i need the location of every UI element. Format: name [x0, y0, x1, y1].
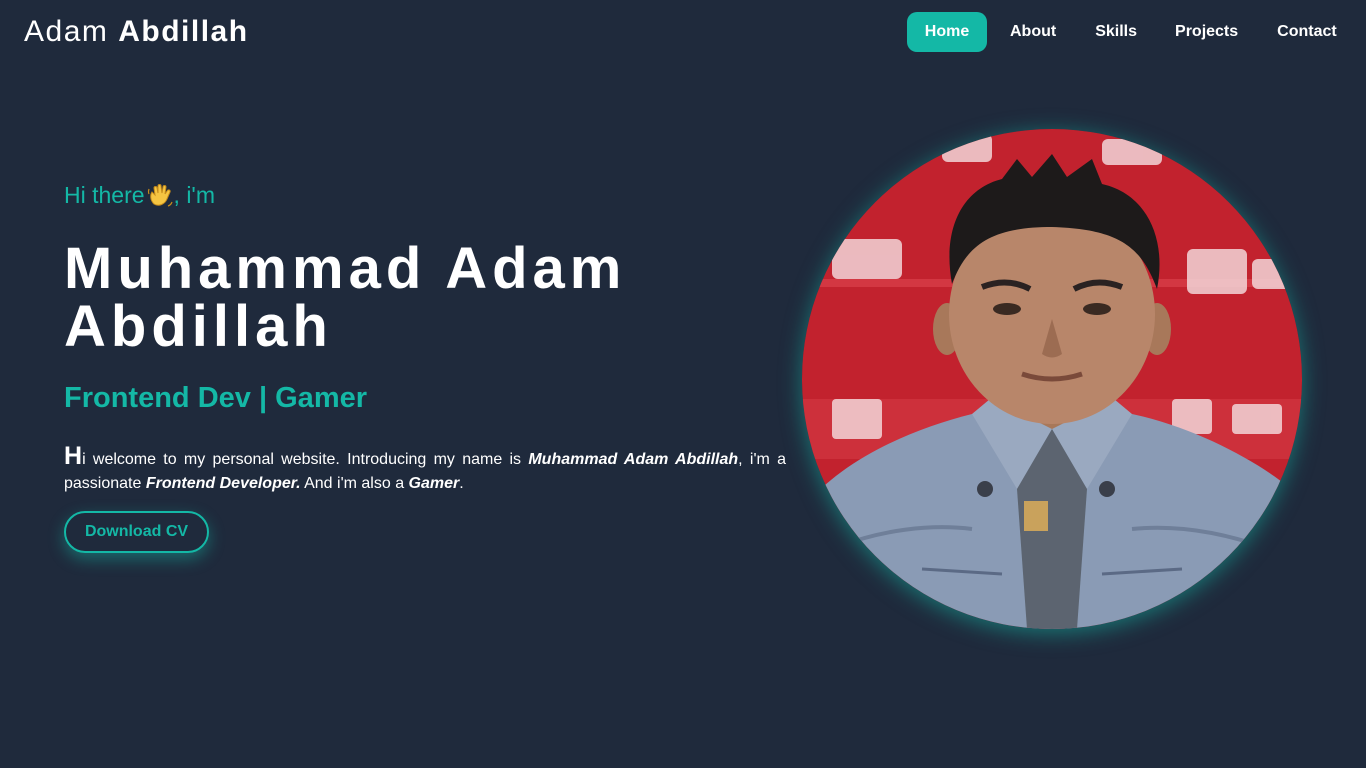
profile-photo: [802, 129, 1302, 629]
download-cv-button[interactable]: Download CV: [64, 511, 209, 553]
hero-greeting: Hi there , i'm: [64, 182, 215, 209]
hero-role: Frontend Dev | Gamer: [64, 382, 368, 414]
nav-skills[interactable]: Skills: [1095, 12, 1137, 52]
site-logo[interactable]: Adam Abdillah: [24, 15, 249, 49]
intro-bold-role: Frontend Developer.: [145, 475, 301, 492]
intro-text-3: And i'm also a: [300, 475, 409, 492]
intro-bold-hobby: Gamer: [408, 475, 460, 492]
nav-home[interactable]: Home: [907, 12, 987, 52]
intro-text-4: .: [459, 475, 464, 492]
nav-contact[interactable]: Contact: [1277, 12, 1337, 52]
hero-intro: Hi welcome to my personal website. Intro…: [64, 444, 786, 496]
site-header: Adam Abdillah Home About Skills Projects…: [0, 0, 1366, 66]
intro-text-1: i welcome to my personal website. Introd…: [82, 451, 529, 468]
intro-drop-letter: H: [64, 442, 83, 470]
intro-bold-name: Muhammad Adam Abdillah: [528, 451, 739, 468]
nav-projects[interactable]: Projects: [1175, 12, 1238, 52]
waving-hand-icon: [147, 183, 173, 209]
nav-about[interactable]: About: [1010, 12, 1056, 52]
logo-first-name: Adam: [24, 15, 109, 48]
main-nav: Home About Skills Projects Contact: [907, 12, 1337, 52]
page: Adam Abdillah Home About Skills Projects…: [0, 0, 1366, 768]
logo-last-name: Abdillah: [118, 15, 249, 48]
greeting-suffix: , i'm: [173, 182, 215, 208]
hero-name: Muhammad Adam Abdillah: [64, 236, 627, 359]
greeting-text: Hi there: [64, 182, 145, 208]
